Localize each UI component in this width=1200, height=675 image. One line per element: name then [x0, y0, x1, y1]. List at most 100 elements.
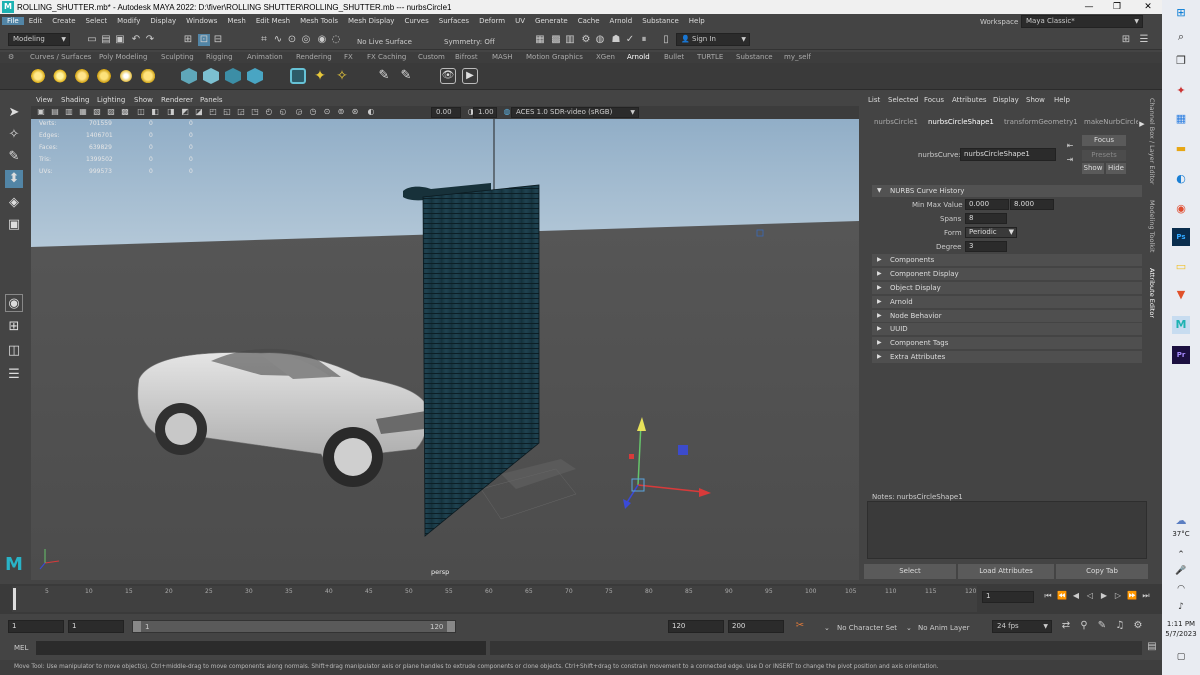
standin-icon[interactable]	[181, 68, 197, 84]
output-connection-icon[interactable]: ⇥	[1064, 154, 1076, 166]
components-section[interactable]: Components	[872, 254, 1142, 266]
component-display-section[interactable]: Component Display	[872, 268, 1142, 280]
make-live-icon[interactable]: ◌	[330, 34, 342, 46]
time-slider-track[interactable]	[12, 586, 977, 612]
speaker-icon[interactable]: ♪	[1172, 598, 1190, 616]
viewport-menu-panels[interactable]: Panels	[200, 96, 223, 104]
tab-scroll-right-icon[interactable]: ▶	[1138, 119, 1146, 130]
clock-time[interactable]: 1:11 PM	[1162, 620, 1200, 628]
render-region-icon[interactable]	[290, 68, 306, 84]
shelf-tab-sculpting[interactable]: Sculpting	[161, 53, 194, 61]
shelf-tab-arnold[interactable]: Arnold	[627, 53, 650, 61]
skydome-light-icon[interactable]	[118, 68, 134, 84]
fps-dropdown[interactable]: 24 fps ▼	[992, 620, 1052, 633]
flush-cache-icon[interactable]: ✎	[376, 68, 392, 84]
render-view-eye-icon[interactable]: 👁	[440, 68, 456, 84]
menu-surfaces[interactable]: Surfaces	[434, 17, 474, 25]
smooth-shade-icon[interactable]: ◩	[179, 106, 191, 118]
tab-nurbs-circle-shape1[interactable]: nurbsCircleShape1	[928, 118, 994, 126]
safe-action-icon[interactable]: ◫	[135, 106, 147, 118]
tab-nurbs-circle1[interactable]: nurbsCircle1	[874, 118, 918, 126]
key-icon[interactable]: ⚲	[1078, 620, 1090, 632]
select-button[interactable]: Select	[864, 564, 956, 579]
maya-taskbar-icon[interactable]: M	[1172, 316, 1190, 334]
sign-in-dropdown[interactable]: 👤 Sign In ▼	[676, 33, 750, 46]
shelf-tab-fx-caching[interactable]: FX Caching	[367, 53, 406, 61]
focus-button[interactable]: Focus	[1082, 135, 1126, 146]
shelf-tab-bifrost[interactable]: Bifrost	[455, 53, 478, 61]
photometric-light-icon[interactable]	[96, 68, 112, 84]
film-gate-icon[interactable]: ▨	[105, 106, 117, 118]
menu-windows[interactable]: Windows	[181, 17, 222, 25]
scale-tool-icon[interactable]: ▣	[5, 216, 23, 234]
viewport-menu-view[interactable]: View	[36, 96, 53, 104]
ae-menu-attributes[interactable]: Attributes	[952, 96, 987, 104]
anti-aliasing-icon[interactable]: ◵	[277, 106, 289, 118]
auto-key-icon[interactable]: ✂	[794, 620, 806, 632]
ae-menu-show[interactable]: Show	[1026, 96, 1045, 104]
menu-file[interactable]: File	[2, 17, 24, 25]
playback-end-field[interactable]: 120	[668, 620, 724, 633]
gamma-field[interactable]: 1.00	[473, 107, 497, 118]
chrome-icon[interactable]: ◉	[1172, 200, 1190, 218]
range-start-handle[interactable]	[133, 621, 141, 632]
hypershade-icon[interactable]: ◍	[594, 34, 606, 46]
step-forward-frame-icon[interactable]: ▷	[1112, 590, 1124, 602]
presets-button[interactable]: Presets	[1082, 150, 1126, 161]
min-value-field[interactable]: 0.000	[965, 199, 1009, 210]
shelf-tab-bullet[interactable]: Bullet	[664, 53, 684, 61]
degree-field[interactable]: 3	[965, 241, 1007, 252]
snap-curve-icon[interactable]: ∿	[272, 34, 284, 46]
play-render-icon[interactable]: ▶	[462, 68, 478, 84]
menu-arnold[interactable]: Arnold	[605, 17, 638, 25]
menu-deform[interactable]: Deform	[474, 17, 510, 25]
paint-select-icon[interactable]: ✎	[5, 148, 23, 166]
maximize-icon[interactable]: ❐	[1103, 0, 1131, 14]
select-tool-icon[interactable]: ➤	[5, 104, 23, 122]
step-back-frame-icon[interactable]: ◀	[1070, 590, 1082, 602]
clock-date[interactable]: 5/7/2023	[1162, 630, 1200, 638]
render-sequence-icon[interactable]: ▩	[550, 34, 562, 46]
ambient-occlusion-icon[interactable]: ◳	[249, 106, 261, 118]
four-pane-icon[interactable]: ⊞	[5, 318, 23, 336]
wifi-icon[interactable]: ◠	[1172, 580, 1190, 598]
exposure-icon[interactable]: ⊛	[349, 106, 361, 118]
playback-start-field[interactable]: 1	[68, 620, 124, 633]
viewport-menu-renderer[interactable]: Renderer	[161, 96, 193, 104]
menu-display[interactable]: Display	[145, 17, 181, 25]
node-name-field[interactable]: nurbsCircleShape1	[960, 148, 1056, 161]
close-icon[interactable]: ✕	[1134, 0, 1162, 14]
ae-menu-help[interactable]: Help	[1054, 96, 1070, 104]
uuid-section[interactable]: UUID	[872, 323, 1142, 335]
snap-surface-icon[interactable]: ◉	[316, 34, 328, 46]
menu-edit[interactable]: Edit	[24, 17, 48, 25]
current-frame-field[interactable]: 1	[982, 591, 1034, 603]
shelf-tab-fx[interactable]: FX	[344, 53, 353, 61]
modeling-toolkit-icon[interactable]: ⊞	[1120, 34, 1132, 46]
spans-field[interactable]: 8	[965, 213, 1007, 224]
script-editor-icon[interactable]: ▤	[1146, 641, 1158, 653]
menu-curves[interactable]: Curves	[399, 17, 433, 25]
edge-icon[interactable]: ◐	[1172, 170, 1190, 188]
anim-layer-label[interactable]: No Anim Layer	[918, 624, 969, 632]
symmetry-label[interactable]: Symmetry: Off	[444, 38, 495, 46]
microphone-icon[interactable]: 🎤	[1172, 562, 1190, 580]
step-forward-key-icon[interactable]: ⏩	[1126, 590, 1138, 602]
ae-menu-focus[interactable]: Focus	[924, 96, 944, 104]
character-set-label[interactable]: No Character Set	[837, 624, 897, 632]
mel-input[interactable]	[36, 641, 486, 655]
save-scene-icon[interactable]: ▣	[114, 34, 126, 46]
menu-edit-mesh[interactable]: Edit Mesh	[251, 17, 295, 25]
shelf-tab-curves-surfaces[interactable]: Curves / Surfaces	[30, 53, 91, 61]
menu-mesh-display[interactable]: Mesh Display	[343, 17, 399, 25]
pause-icon[interactable]: ⏸	[638, 34, 650, 46]
anim-prefs-icon[interactable]: ⚙	[1132, 620, 1144, 632]
tab-make-nurb-circle1[interactable]: makeNurbCircle1	[1084, 118, 1144, 126]
shelf-tab-poly-modeling[interactable]: Poly Modeling	[99, 53, 147, 61]
windows-start-icon[interactable]: ⊞	[1172, 4, 1190, 22]
animation-start-field[interactable]: 1	[8, 620, 64, 633]
file-explorer-icon[interactable]: ▬	[1172, 140, 1190, 158]
shelf-tab-turtle[interactable]: TURTLE	[697, 53, 723, 61]
single-pane-icon[interactable]: ◉	[5, 294, 23, 312]
nurbs-curve-history-header[interactable]: NURBS Curve History	[872, 185, 1142, 197]
